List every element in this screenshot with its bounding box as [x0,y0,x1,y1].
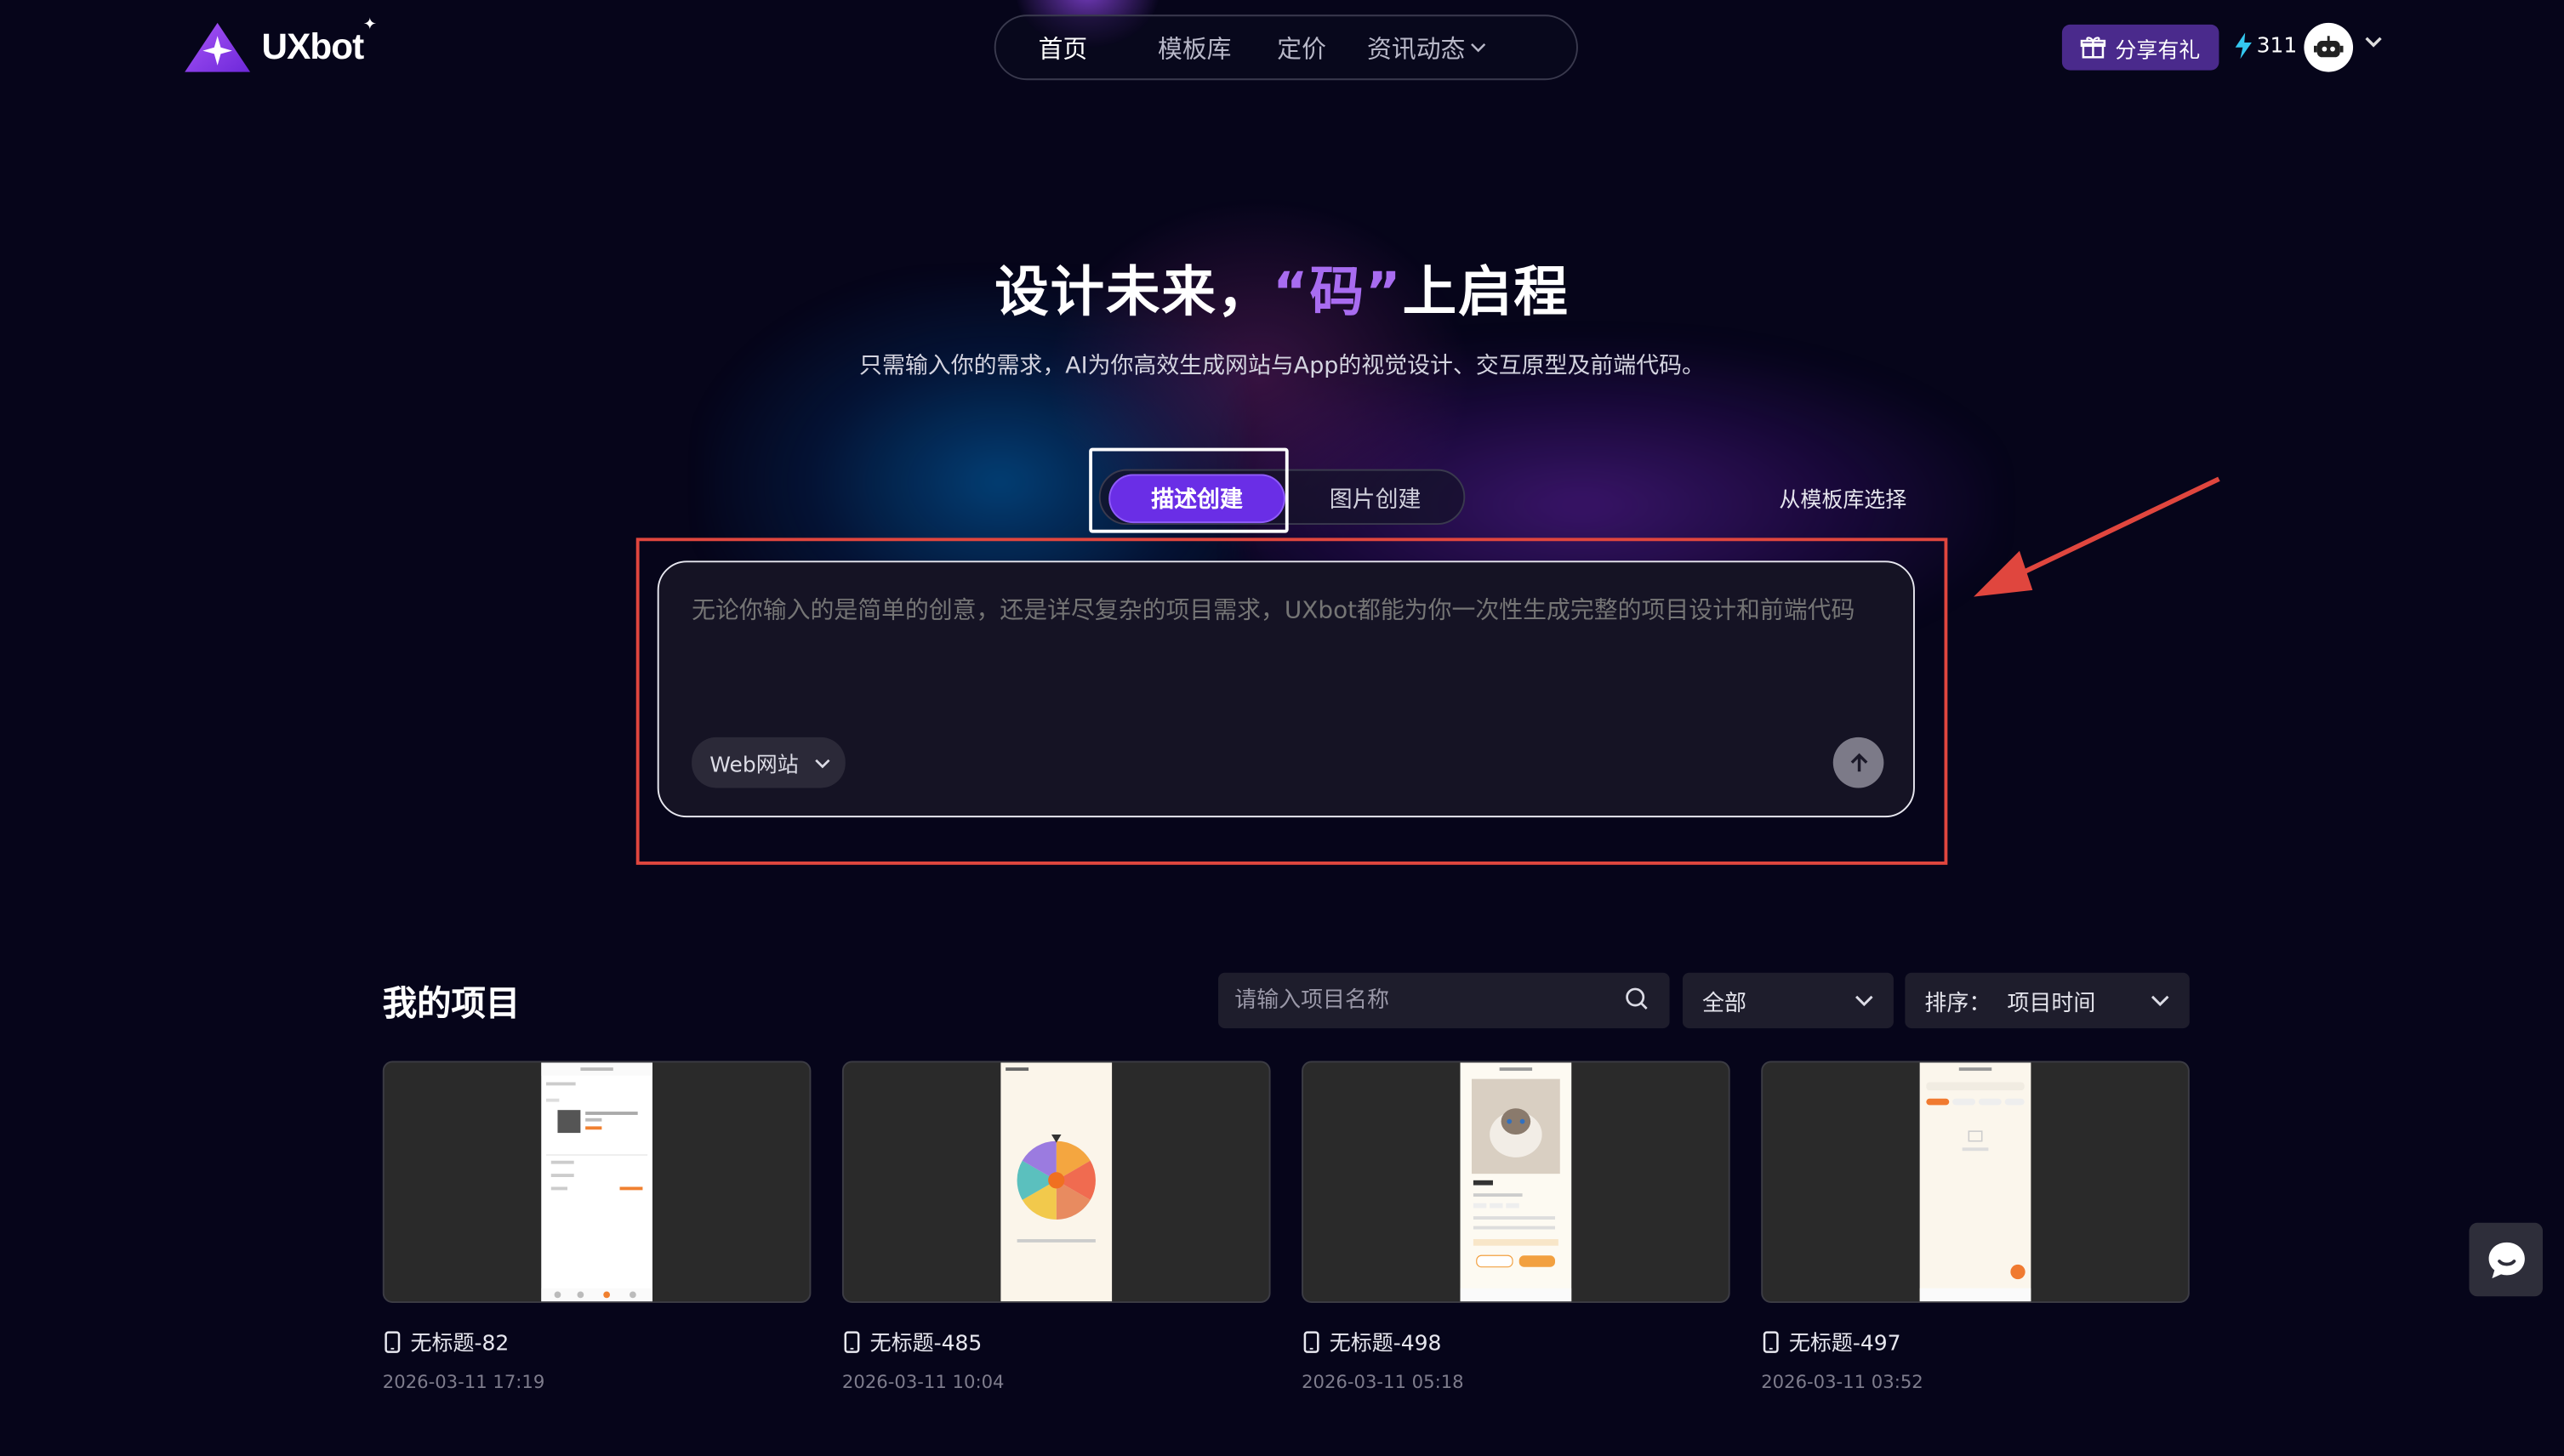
user-menu-chevron-icon[interactable] [2365,32,2383,50]
nav-item-pricing[interactable]: 定价 [1277,31,1326,65]
tab-image-create[interactable]: 图片创建 [1287,474,1464,523]
nav-item-news[interactable]: 资讯动态 [1367,31,1486,65]
project-thumbnail [1000,1062,1113,1302]
nav-item-home[interactable]: 首页 [1039,31,1088,65]
share-reward-button[interactable]: 分享有礼 [2061,24,2219,71]
hero-subtitle: 只需输入你的需求，AI为你高效生成网站与App的视觉设计、交互原型及前端代码。 [859,353,1705,379]
project-name[interactable]: 无标题-497 [1761,1326,1901,1357]
main-nav: 首页 模板库 定价 资讯动态 [994,14,1578,81]
sort-value: 项目时间 [2007,990,2096,1017]
project-name-label: 无标题-82 [410,1332,510,1357]
chevron-down-icon [815,758,831,768]
share-reward-label: 分享有礼 [2115,38,2201,64]
hero-title-accent: “码” [1273,259,1403,324]
project-card[interactable] [1761,1061,2190,1303]
focus-highlight-box [1089,447,1289,533]
send-button[interactable] [1832,737,1884,788]
mobile-device-icon [385,1330,401,1352]
user-avatar[interactable] [2304,22,2354,72]
search-icon[interactable] [1624,986,1650,1012]
project-sort-select[interactable]: 排序： 项目时间 [1905,972,2190,1029]
project-filter-select[interactable]: 全部 [1682,972,1894,1029]
mobile-device-icon [1763,1330,1779,1352]
project-card[interactable] [1302,1061,1730,1303]
uxbot-logo-icon [185,22,251,72]
project-card[interactable] [382,1061,812,1303]
choose-from-templates-link[interactable]: 从模板库选择 [1779,482,1906,514]
prompt-card: Web网站 [657,560,1915,818]
project-date: 2026-03-11 10:04 [841,1371,1005,1393]
hero-title: 设计未来，“码”上启程 [0,248,2564,327]
project-date: 2026-03-11 05:18 [1302,1371,1464,1393]
brand-name: UXbot [261,26,365,67]
mobile-device-icon [844,1330,860,1352]
my-projects-title: 我的项目 [382,984,521,1024]
gift-icon [2081,37,2107,59]
platform-select-value: Web网站 [709,754,799,778]
credits-value: 311 [2256,33,2298,59]
hero-title-before: 设计未来， [994,259,1273,324]
project-search [1218,972,1670,1029]
project-search-input[interactable] [1234,987,1611,1014]
chat-bubble-icon [2487,1241,2524,1278]
project-name[interactable]: 无标题-82 [383,1326,510,1357]
mobile-device-icon [1303,1330,1319,1352]
project-date: 2026-03-11 03:52 [1761,1371,1923,1393]
nav-item-templates[interactable]: 模板库 [1158,31,1232,65]
nav-item-news-label: 资讯动态 [1367,33,1466,64]
project-thumbnail [541,1062,652,1302]
filter-value: 全部 [1702,990,1746,1017]
brand-star-icon: ✦ [362,16,377,35]
prompt-input[interactable] [692,593,1877,692]
project-name-label: 无标题-485 [869,1332,983,1357]
chevron-down-icon [1471,43,1486,53]
project-thumbnail [1919,1062,2031,1302]
project-thumbnail [1460,1062,1572,1302]
project-name-label: 无标题-498 [1329,1332,1442,1357]
brand-logo[interactable]: UXbot ✦ [183,16,377,75]
project-card[interactable] [841,1061,1271,1303]
arrow-up-icon [1849,752,1867,771]
robot-avatar-icon [2313,36,2344,58]
chat-support-button[interactable] [2469,1222,2544,1297]
platform-select[interactable]: Web网站 [692,737,846,788]
project-name[interactable]: 无标题-485 [842,1326,983,1357]
chevron-down-icon [2151,995,2169,1007]
project-date: 2026-03-11 17:19 [382,1371,545,1393]
bolt-icon [2235,32,2252,60]
hero-title-after: 上启程 [1402,259,1570,324]
chevron-down-icon [1855,995,1873,1007]
credits-balance[interactable]: 311 [2234,32,2298,60]
project-name-label: 无标题-497 [1788,1332,1901,1357]
sort-label: 排序： [1924,990,1991,1017]
annotation-arrow-icon [1974,476,2220,597]
project-name[interactable]: 无标题-498 [1302,1326,1442,1357]
